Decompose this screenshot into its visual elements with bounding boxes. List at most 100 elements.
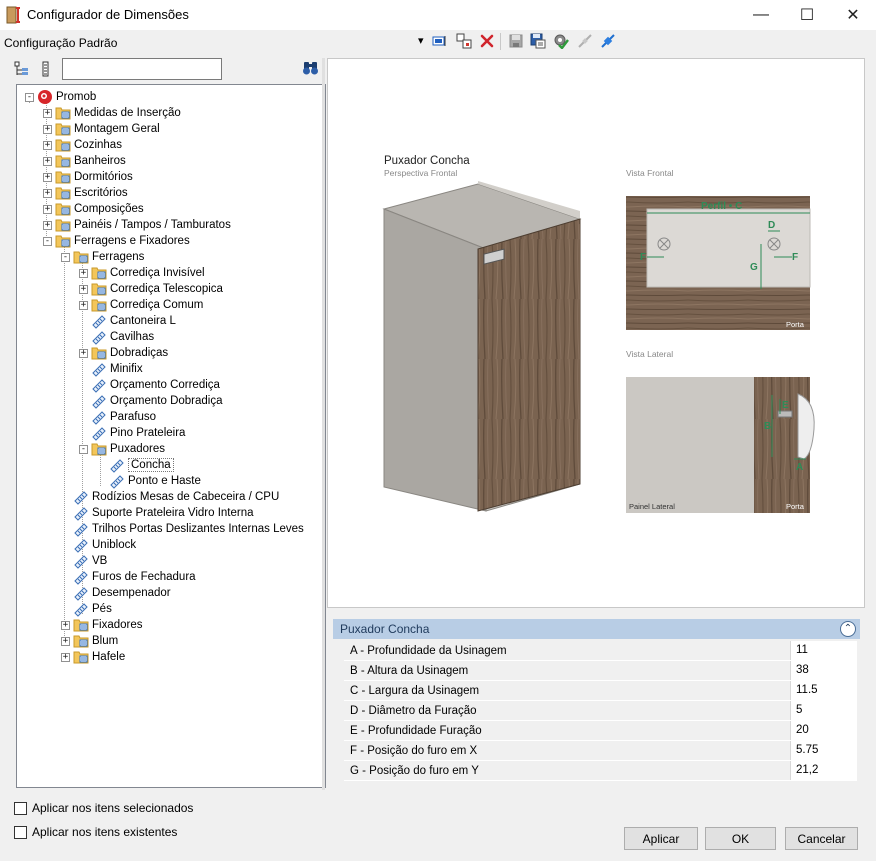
copy-config-icon[interactable]: [456, 33, 472, 49]
disconnect-icon[interactable]: [577, 33, 593, 49]
tree-item[interactable]: + Montagem Geral: [43, 121, 160, 137]
tree-item[interactable]: Cantoneira L: [91, 313, 176, 329]
expand-node-icon[interactable]: +: [43, 204, 52, 214]
tree-item[interactable]: + Dobradiças: [79, 345, 168, 361]
properties-header[interactable]: Puxador Concha ⌃: [333, 619, 860, 639]
tree-item[interactable]: Cavilhas: [91, 329, 154, 345]
property-value-field[interactable]: 38: [790, 661, 857, 680]
panel-splitter[interactable]: [322, 58, 325, 790]
minimize-button[interactable]: —: [738, 0, 784, 30]
category-tree[interactable]: - Promob + Medidas de Inserção + Montagem Ger…: [16, 84, 326, 788]
tree-item[interactable]: + Medidas de Inserção: [43, 105, 181, 121]
tree-item[interactable]: + Painéis / Tampos / Tamburatos: [43, 217, 231, 233]
tree-item[interactable]: - Puxadores: [79, 441, 165, 457]
collapse-node-icon[interactable]: -: [79, 444, 88, 454]
tree-item[interactable]: Parafuso: [91, 409, 156, 425]
tree-item[interactable]: + Cozinhas: [43, 137, 122, 153]
expand-tree-icon[interactable]: [14, 61, 30, 77]
tree-item[interactable]: + Banheiros: [43, 153, 126, 169]
tree-item[interactable]: Ponto e Haste: [109, 473, 201, 489]
insert-dimension-icon[interactable]: [432, 33, 448, 49]
tree-item[interactable]: Pino Prateleira: [91, 425, 185, 441]
tree-item[interactable]: + Blum: [61, 633, 118, 649]
close-button[interactable]: ✕: [830, 0, 876, 30]
apply-existing-checkbox[interactable]: [14, 825, 27, 839]
tree-item[interactable]: Suporte Prateleira Vidro Interna: [73, 505, 254, 521]
tree-item[interactable]: - Promob: [25, 89, 96, 105]
apply-selected-checkbox[interactable]: [14, 801, 27, 815]
tree-item-label: Trilhos Portas Deslizantes Internas Leve…: [92, 523, 304, 535]
tree-item[interactable]: + Corrediça Invisível: [79, 265, 205, 281]
expand-node-icon[interactable]: +: [79, 284, 88, 294]
apply-settings-icon[interactable]: [553, 33, 569, 49]
tree-item[interactable]: Furos de Fechadura: [73, 569, 196, 585]
tree-item[interactable]: Trilhos Portas Deslizantes Internas Leve…: [73, 521, 304, 537]
expand-node-icon[interactable]: +: [61, 620, 70, 630]
tree-item[interactable]: + Dormitórios: [43, 169, 133, 185]
tree-item[interactable]: Concha: [109, 457, 174, 473]
folder-icon: [55, 107, 71, 120]
tree-item[interactable]: Desempenador: [73, 585, 171, 601]
expand-node-icon[interactable]: +: [61, 636, 70, 646]
maximize-button[interactable]: ☐: [784, 0, 830, 30]
tree-item[interactable]: Orçamento Corrediça: [91, 377, 220, 393]
tree-item-label: Minifix: [110, 363, 143, 375]
expand-node-icon[interactable]: +: [43, 188, 52, 198]
apply-button[interactable]: Aplicar: [624, 827, 698, 850]
tree-item[interactable]: + Fixadores: [61, 617, 143, 633]
tree-item[interactable]: + Corrediça Telescopica: [79, 281, 223, 297]
tree-item[interactable]: + Escritórios: [43, 185, 128, 201]
cancel-button[interactable]: Cancelar: [785, 827, 858, 850]
dim-f-left-label: F: [640, 252, 646, 263]
property-row: F - Posição do furo em X 5.75: [344, 741, 857, 761]
ok-button[interactable]: OK: [705, 827, 776, 850]
property-value-field[interactable]: 11.5: [790, 681, 857, 700]
tree-item[interactable]: + Hafele: [61, 649, 125, 665]
tree-item[interactable]: - Ferragens e Fixadores: [43, 233, 190, 249]
dim-e-label: E: [782, 400, 789, 411]
expand-node-icon[interactable]: +: [43, 108, 52, 118]
expand-node-icon[interactable]: +: [43, 156, 52, 166]
tree-item[interactable]: + Corrediça Comum: [79, 297, 203, 313]
tree-item[interactable]: - Ferragens: [61, 249, 144, 265]
collapse-node-icon[interactable]: -: [43, 236, 52, 246]
tree-item[interactable]: Uniblock: [73, 537, 136, 553]
apply-selected-option[interactable]: Aplicar nos itens selecionados: [14, 801, 193, 815]
search-icon[interactable]: [302, 60, 320, 76]
expand-node-icon[interactable]: +: [43, 220, 52, 230]
tree-item[interactable]: Rodízios Mesas de Cabeceira / CPU: [73, 489, 279, 505]
property-value-field[interactable]: 5.75: [790, 741, 857, 760]
tree-search-input[interactable]: [62, 58, 222, 80]
expand-node-icon[interactable]: +: [43, 172, 52, 182]
tree-item-label: Hafele: [92, 651, 126, 663]
properties-panel: Puxador Concha ⌃ A - Profundidade da Usi…: [333, 619, 860, 784]
property-value-field[interactable]: 21,2: [790, 761, 857, 780]
expand-node-icon[interactable]: +: [79, 300, 88, 310]
folder-icon: [91, 299, 107, 312]
collapse-icon[interactable]: ⌃: [840, 621, 856, 637]
collapse-node-icon[interactable]: -: [25, 92, 34, 102]
delete-icon[interactable]: [479, 33, 495, 49]
tree-item-label: Suporte Prateleira Vidro Interna: [92, 507, 254, 519]
expand-node-icon[interactable]: +: [43, 140, 52, 150]
connect-icon[interactable]: [600, 33, 616, 49]
property-value-field[interactable]: 11: [790, 641, 857, 660]
collapse-node-icon[interactable]: -: [61, 252, 70, 262]
tree-item[interactable]: + Composições: [43, 201, 144, 217]
expand-node-icon[interactable]: +: [61, 652, 70, 662]
tree-item[interactable]: Minifix: [91, 361, 143, 377]
property-value-field[interactable]: 20: [790, 721, 857, 740]
expand-node-icon[interactable]: +: [43, 124, 52, 134]
tree-item[interactable]: VB: [73, 553, 107, 569]
dimension-item-icon: [92, 427, 106, 441]
save-as-icon[interactable]: [530, 33, 546, 49]
tree-item[interactable]: Orçamento Dobradiça: [91, 393, 223, 409]
tree-item[interactable]: Pés: [73, 601, 112, 617]
config-dropdown-arrow[interactable]: ▾: [418, 34, 424, 47]
save-icon[interactable]: [508, 33, 524, 49]
expand-node-icon[interactable]: +: [79, 348, 88, 358]
collapse-tree-icon[interactable]: [38, 61, 54, 77]
apply-existing-option[interactable]: Aplicar nos itens existentes: [14, 825, 177, 839]
property-value-field[interactable]: 5: [790, 701, 857, 720]
expand-node-icon[interactable]: +: [79, 268, 88, 278]
